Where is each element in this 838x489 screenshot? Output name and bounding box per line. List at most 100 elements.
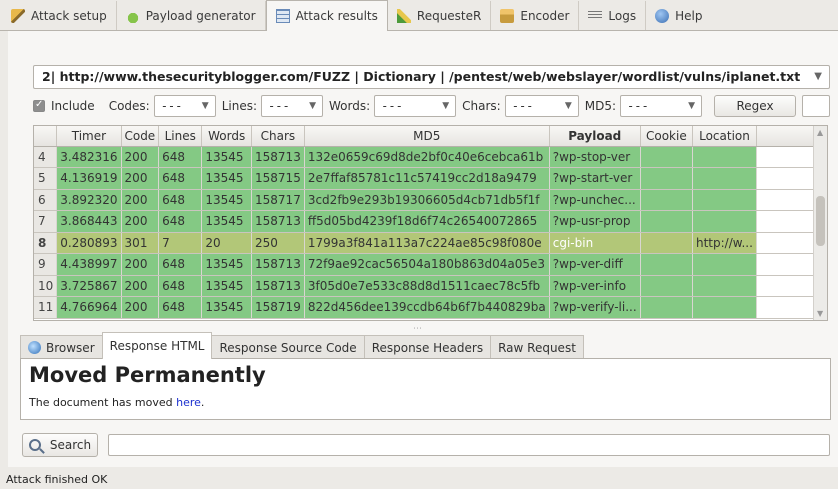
cell-chars: 158715: [251, 167, 305, 190]
regex-button[interactable]: Regex: [714, 95, 797, 117]
cell-md5: 822d456dee139ccdb64b6f7b440829ba: [304, 296, 550, 319]
tab-response-html[interactable]: Response HTML: [101, 332, 213, 359]
cell-chars: 250: [251, 232, 305, 254]
tab-response-headers[interactable]: Response Headers: [363, 335, 492, 359]
column-header-timer[interactable]: Timer: [56, 126, 122, 147]
cell-location: [692, 146, 757, 168]
cell-location: [692, 210, 757, 233]
tab-browser[interactable]: Browser: [20, 335, 103, 359]
column-header-words[interactable]: Words: [201, 126, 253, 147]
tab-attack-setup[interactable]: Attack setup: [2, 1, 117, 30]
chars-select[interactable]: --- ▼: [504, 95, 579, 117]
cell-md5: 132e0659c69d8de2bf0c40e6cebca61b: [304, 146, 550, 168]
search-icon: [28, 439, 41, 451]
row-number: 6: [34, 189, 58, 211]
cell-lines: 648: [158, 189, 203, 211]
cell-lines: 648: [158, 146, 203, 168]
cell-cookie: [640, 146, 693, 168]
table-row[interactable]: 7 3.868443 200 648 13545 158713 ff5d05bd…: [34, 210, 827, 233]
chevron-down-icon: ▼: [564, 101, 572, 111]
column-header-cookie[interactable]: Cookie: [640, 126, 693, 147]
words-select[interactable]: --- ▼: [374, 95, 457, 117]
codes-label: Codes:: [108, 99, 150, 113]
column-header-md5[interactable]: MD5: [304, 126, 550, 147]
tab-response-source-code[interactable]: Response Source Code: [211, 335, 365, 359]
column-header-index[interactable]: [34, 126, 58, 147]
table-row[interactable]: 5 4.136919 200 648 13545 158715 2e7ffaf8…: [34, 167, 827, 190]
globe-icon: [28, 341, 41, 354]
md5-select[interactable]: --- ▼: [620, 95, 703, 117]
table-scrollbar[interactable]: ▲ ▼: [813, 126, 827, 320]
lines-value: ---: [268, 99, 290, 113]
filter-row: Include Codes: --- ▼ Lines: --- ▼ Words:…: [33, 94, 831, 118]
tab-label: Attack results: [295, 9, 378, 23]
search-button[interactable]: Search: [22, 433, 98, 457]
cell-words: 20: [201, 232, 253, 254]
brush-icon: [396, 8, 411, 23]
tab-help[interactable]: Help: [646, 1, 711, 30]
tab-label: Raw Request: [498, 340, 576, 355]
scroll-up-icon[interactable]: ▲: [817, 128, 823, 137]
column-header-payload[interactable]: Payload: [549, 126, 641, 147]
codes-select[interactable]: --- ▼: [153, 95, 216, 117]
words-label: Words:: [329, 99, 371, 113]
scroll-down-icon[interactable]: ▼: [817, 309, 823, 318]
column-header-lines[interactable]: Lines: [158, 126, 203, 147]
column-header-code[interactable]: Code: [121, 126, 160, 147]
words-value: ---: [381, 99, 403, 113]
cell-code: 301: [121, 232, 160, 254]
include-checkbox[interactable]: [33, 99, 45, 112]
md5-value: ---: [627, 99, 649, 113]
cell-cookie: [640, 232, 693, 254]
cell-payload: ?wp-ver-info: [549, 275, 641, 297]
cell-md5: 3cd2fb9e293b19306605d4cb71db5f1f: [304, 189, 550, 211]
tab-logs[interactable]: Logs: [579, 1, 647, 30]
cell-md5: 3f05d0e7e533c88d8d1511caec78c5fb: [304, 275, 550, 297]
tab-requester[interactable]: RequesteR: [388, 1, 492, 30]
cell-chars: 158719: [251, 296, 305, 319]
cell-md5: ff5d05bd4239f18d6f74c26540072865: [304, 210, 550, 233]
cell-timer: 3.482316: [56, 146, 122, 168]
table-row[interactable]: 9 4.438997 200 648 13545 158713 72f9ae92…: [34, 253, 827, 276]
cell-words: 13545: [201, 146, 253, 168]
table-row-selected[interactable]: 8 0.280893 301 7 20 250 1799a3f841a113a7…: [34, 232, 827, 254]
cell-timer: 4.766964: [56, 296, 122, 319]
chars-label: Chars:: [462, 99, 501, 113]
lines-select[interactable]: --- ▼: [261, 95, 324, 117]
cell-payload: ?wp-start-ver: [549, 167, 641, 190]
table-row[interactable]: 11 4.766964 200 648 13545 158719 822d456…: [34, 296, 827, 319]
table-row[interactable]: 4 3.482316 200 648 13545 158713 132e0659…: [34, 146, 827, 168]
cell-lines: 648: [158, 167, 203, 190]
response-tab-bar: Browser Response HTML Response Source Co…: [20, 332, 832, 359]
cell-location: [692, 296, 757, 319]
column-header-location[interactable]: Location: [692, 126, 757, 147]
chevron-down-icon: ▼: [814, 71, 822, 82]
tab-encoder[interactable]: Encoder: [491, 1, 580, 30]
scrollbar-thumb[interactable]: [816, 196, 825, 246]
tab-attack-results[interactable]: Attack results: [265, 0, 388, 31]
help-icon: [655, 8, 670, 23]
table-row[interactable]: 6 3.892320 200 648 13545 158717 3cd2fb9e…: [34, 189, 827, 211]
search-input[interactable]: [108, 434, 830, 456]
attack-results-panel: 2| http://www.thesecurityblogger.com/FUZ…: [8, 31, 838, 467]
cell-lines: 648: [158, 275, 203, 297]
column-header-chars[interactable]: Chars: [251, 126, 305, 147]
tab-label: Logs: [608, 8, 637, 23]
attack-select[interactable]: 2| http://www.thesecurityblogger.com/FUZ…: [33, 65, 830, 89]
regex-input[interactable]: [802, 95, 831, 117]
lines-icon: [588, 11, 603, 20]
search-button-label: Search: [49, 438, 92, 452]
cell-payload: ?wp-stop-ver: [549, 146, 641, 168]
lines-label: Lines:: [221, 99, 258, 113]
table-row[interactable]: 10 3.725867 200 648 13545 158713 3f05d0e…: [34, 275, 827, 297]
cell-chars: 158713: [251, 210, 305, 233]
cell-chars: 158717: [251, 189, 305, 211]
tab-payload-generator[interactable]: Payload generator: [117, 1, 266, 30]
chevron-down-icon: ▼: [201, 101, 209, 111]
tab-label: Payload generator: [145, 8, 256, 23]
cell-payload: ?wp-unchec...: [549, 189, 641, 211]
here-link[interactable]: here: [176, 396, 201, 409]
cell-timer: 3.725867: [56, 275, 122, 297]
flask-icon: [125, 8, 140, 23]
tab-raw-request[interactable]: Raw Request: [490, 335, 584, 359]
